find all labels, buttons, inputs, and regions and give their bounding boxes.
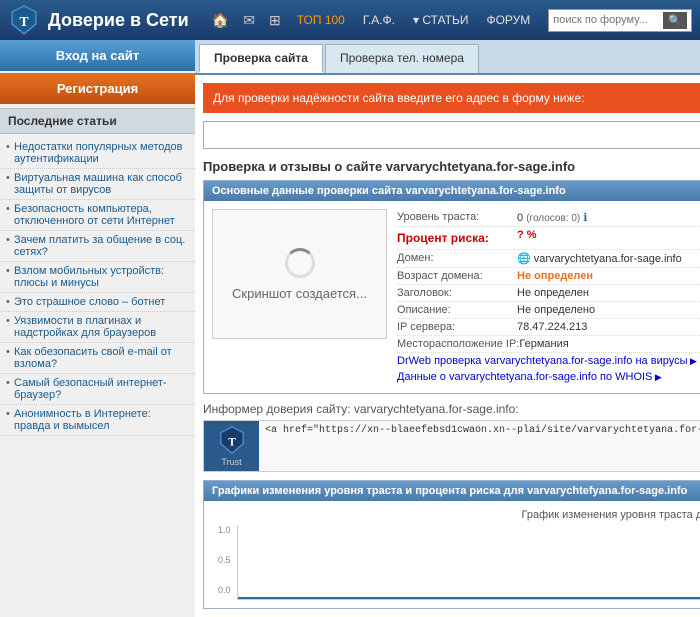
informer-section: Информер доверия сайту: varvarychtetyana… bbox=[203, 402, 700, 472]
sidebar-article-item[interactable]: Виртуальная машина как способ защиты от … bbox=[0, 169, 195, 200]
site-header-value: Не определен bbox=[517, 287, 589, 299]
y-label-mid: 0.5 bbox=[218, 555, 231, 565]
sidebar-article-item[interactable]: Анонимность в Интернете: правда и вымысе… bbox=[0, 405, 195, 436]
page-layout: Вход на сайт Регистрация Последние стать… bbox=[0, 40, 700, 617]
informer-box: Т Trust <a href="https://xn--blaeefebsd1… bbox=[203, 420, 700, 472]
recent-articles-title: Последние статьи bbox=[0, 108, 195, 134]
virus-check-link[interactable]: DrWeb проверка varvarychtetyana.for-sage… bbox=[397, 353, 700, 369]
domain-row: Домен: 🌐 varvarychtetyana.for-sage.info bbox=[397, 250, 700, 268]
age-value: Не определен bbox=[517, 270, 593, 282]
age-label: Возраст домена: bbox=[397, 270, 517, 282]
result-title: Проверка и отзывы о сайте varvarychtetya… bbox=[203, 159, 700, 174]
site-header: Т Доверие в Сети 🏠 ✉ ⊞ ТОП 100 Г.А.Ф. ▾ … bbox=[0, 0, 700, 40]
tab-check-site[interactable]: Проверка сайта bbox=[199, 44, 323, 73]
screenshot-area: Скриншот создается... bbox=[212, 209, 387, 339]
sidebar-article-item[interactable]: Самый безопасный интернет-браузер? bbox=[0, 374, 195, 405]
trust-label: Уровень траста: bbox=[397, 211, 517, 223]
header-row: Заголовок: Не определен bbox=[397, 285, 700, 302]
nav-area: 🏠 ✉ ⊞ ТОП 100 Г.А.Ф. ▾ СТАТЬИ ФОРУМ 🔍 bbox=[206, 8, 692, 33]
articles-link[interactable]: ▾ СТАТЬИ bbox=[405, 9, 476, 31]
tab-bar: Проверка сайта Проверка тел. номера bbox=[195, 40, 700, 75]
trust-value: 0 (голосов: 0) ℹ bbox=[517, 211, 587, 224]
description-value: Не определено bbox=[517, 304, 595, 316]
percent-row: Процент риска: ? % bbox=[397, 227, 700, 250]
sidebar-article-item[interactable]: Зачем платить за общение в соц. сетях? bbox=[0, 231, 195, 262]
forum-link[interactable]: ФОРУМ bbox=[478, 9, 538, 31]
site-header-label: Заголовок: bbox=[397, 287, 517, 299]
svg-text:Т: Т bbox=[19, 15, 29, 30]
search-box: 🔍 bbox=[548, 9, 692, 32]
url-input[interactable] bbox=[203, 121, 700, 149]
svg-text:Т: Т bbox=[228, 437, 236, 449]
content-area: Для проверки надёжности сайта введите ег… bbox=[195, 75, 700, 617]
search-input[interactable] bbox=[553, 14, 663, 26]
ip-value: 78.47.224.213 bbox=[517, 321, 587, 333]
graph-section: Графики изменения уровня траста и процен… bbox=[203, 480, 700, 609]
tab-check-phone[interactable]: Проверка тел. номера bbox=[325, 44, 479, 73]
search-button[interactable]: 🔍 bbox=[663, 12, 687, 29]
top100-link[interactable]: ТОП 100 bbox=[289, 9, 353, 31]
percent-value: ? % bbox=[517, 229, 537, 241]
sidebar-article-item[interactable]: Уязвимости в плагинах и надстройках для … bbox=[0, 312, 195, 343]
mail-icon[interactable]: ✉ bbox=[237, 8, 261, 33]
age-row: Возраст домена: Не определен bbox=[397, 268, 700, 285]
sidebar-article-item[interactable]: Это страшное слово – ботнет bbox=[0, 293, 195, 312]
whois-link[interactable]: Данные о varvarychtetyana.for-sage.info … bbox=[397, 369, 700, 385]
sidebar-article-item[interactable]: Взлом мобильных устройств: плюсы и минус… bbox=[0, 262, 195, 293]
domain-value: 🌐 varvarychtetyana.for-sage.info bbox=[517, 252, 682, 265]
ip-label: IP сервера: bbox=[397, 321, 517, 333]
description-label: Описание: bbox=[397, 304, 517, 316]
logo-area: Т Доверие в Сети bbox=[8, 4, 189, 36]
ip-row: IP сервера: 78.47.224.213 bbox=[397, 319, 700, 336]
location-row: Месторасположение IP: Германия bbox=[397, 336, 700, 353]
domain-label: Домен: bbox=[397, 252, 517, 264]
sidebar-article-item[interactable]: Недостатки популярных методов аутентифик… bbox=[0, 138, 195, 169]
login-button[interactable]: Вход на сайт bbox=[0, 40, 195, 71]
graph-section-header: Графики изменения уровня траста и процен… bbox=[204, 481, 700, 501]
graph-chart: 1.0 0.5 0.0 bbox=[237, 525, 700, 600]
informer-code[interactable]: <a href="https://xn--blaeefebsd1cwаon.xn… bbox=[259, 421, 700, 471]
graph-line bbox=[238, 597, 700, 599]
y-label-bottom: 0.0 bbox=[218, 585, 231, 595]
register-button[interactable]: Регистрация bbox=[0, 73, 195, 104]
url-input-row: ПРОВЕРКА САЙТА bbox=[203, 121, 700, 149]
data-fields: Уровень траста: 0 (голосов: 0) ℹ Процент… bbox=[397, 209, 700, 385]
data-section-body: Скриншот создается... Уровень траста: 0 … bbox=[204, 201, 700, 393]
informer-logo-text: Trust bbox=[221, 457, 241, 467]
sidebar: Вход на сайт Регистрация Последние стать… bbox=[0, 40, 195, 617]
trust-info-icon[interactable]: ℹ bbox=[583, 212, 587, 224]
location-label: Месторасположение IP: bbox=[397, 338, 519, 350]
grid-icon[interactable]: ⊞ bbox=[263, 8, 287, 33]
graph-title: График изменения уровня траста для varva… bbox=[212, 509, 700, 521]
location-value: Германия bbox=[519, 338, 568, 350]
faq-link[interactable]: Г.А.Ф. bbox=[355, 9, 403, 31]
home-icon[interactable]: 🏠 bbox=[206, 8, 235, 33]
data-section-header: Основные данные проверки сайта varvarych… bbox=[204, 181, 700, 201]
y-label-top: 1.0 bbox=[218, 525, 231, 535]
graph-body: График изменения уровня траста для varva… bbox=[204, 501, 700, 608]
loading-spinner bbox=[285, 248, 315, 278]
screenshot-label: Скриншот создается... bbox=[232, 286, 367, 301]
main-content: Проверка сайта Проверка тел. номера Для … bbox=[195, 40, 700, 617]
logo-icon: Т bbox=[8, 4, 40, 36]
promo-banner: Для проверки надёжности сайта введите ег… bbox=[203, 83, 700, 113]
trust-row: Уровень траста: 0 (голосов: 0) ℹ bbox=[397, 209, 700, 227]
description-row: Описание: Не определено bbox=[397, 302, 700, 319]
informer-logo: Т Trust bbox=[204, 421, 259, 471]
graph-area: 1.0 0.5 0.0 bbox=[237, 525, 700, 600]
sidebar-article-item[interactable]: Безопасность компьютера, отключенного от… bbox=[0, 200, 195, 231]
informer-title: Информер доверия сайту: varvarychtetyana… bbox=[203, 402, 700, 416]
percent-label: Процент риска: bbox=[397, 229, 517, 247]
site-title: Доверие в Сети bbox=[48, 10, 189, 31]
sidebar-article-item[interactable]: Как обезопасить свой e-mail от взлома? bbox=[0, 343, 195, 374]
data-section: Основные данные проверки сайта varvarych… bbox=[203, 180, 700, 394]
sidebar-articles-list: Недостатки популярных методов аутентифик… bbox=[0, 134, 195, 440]
